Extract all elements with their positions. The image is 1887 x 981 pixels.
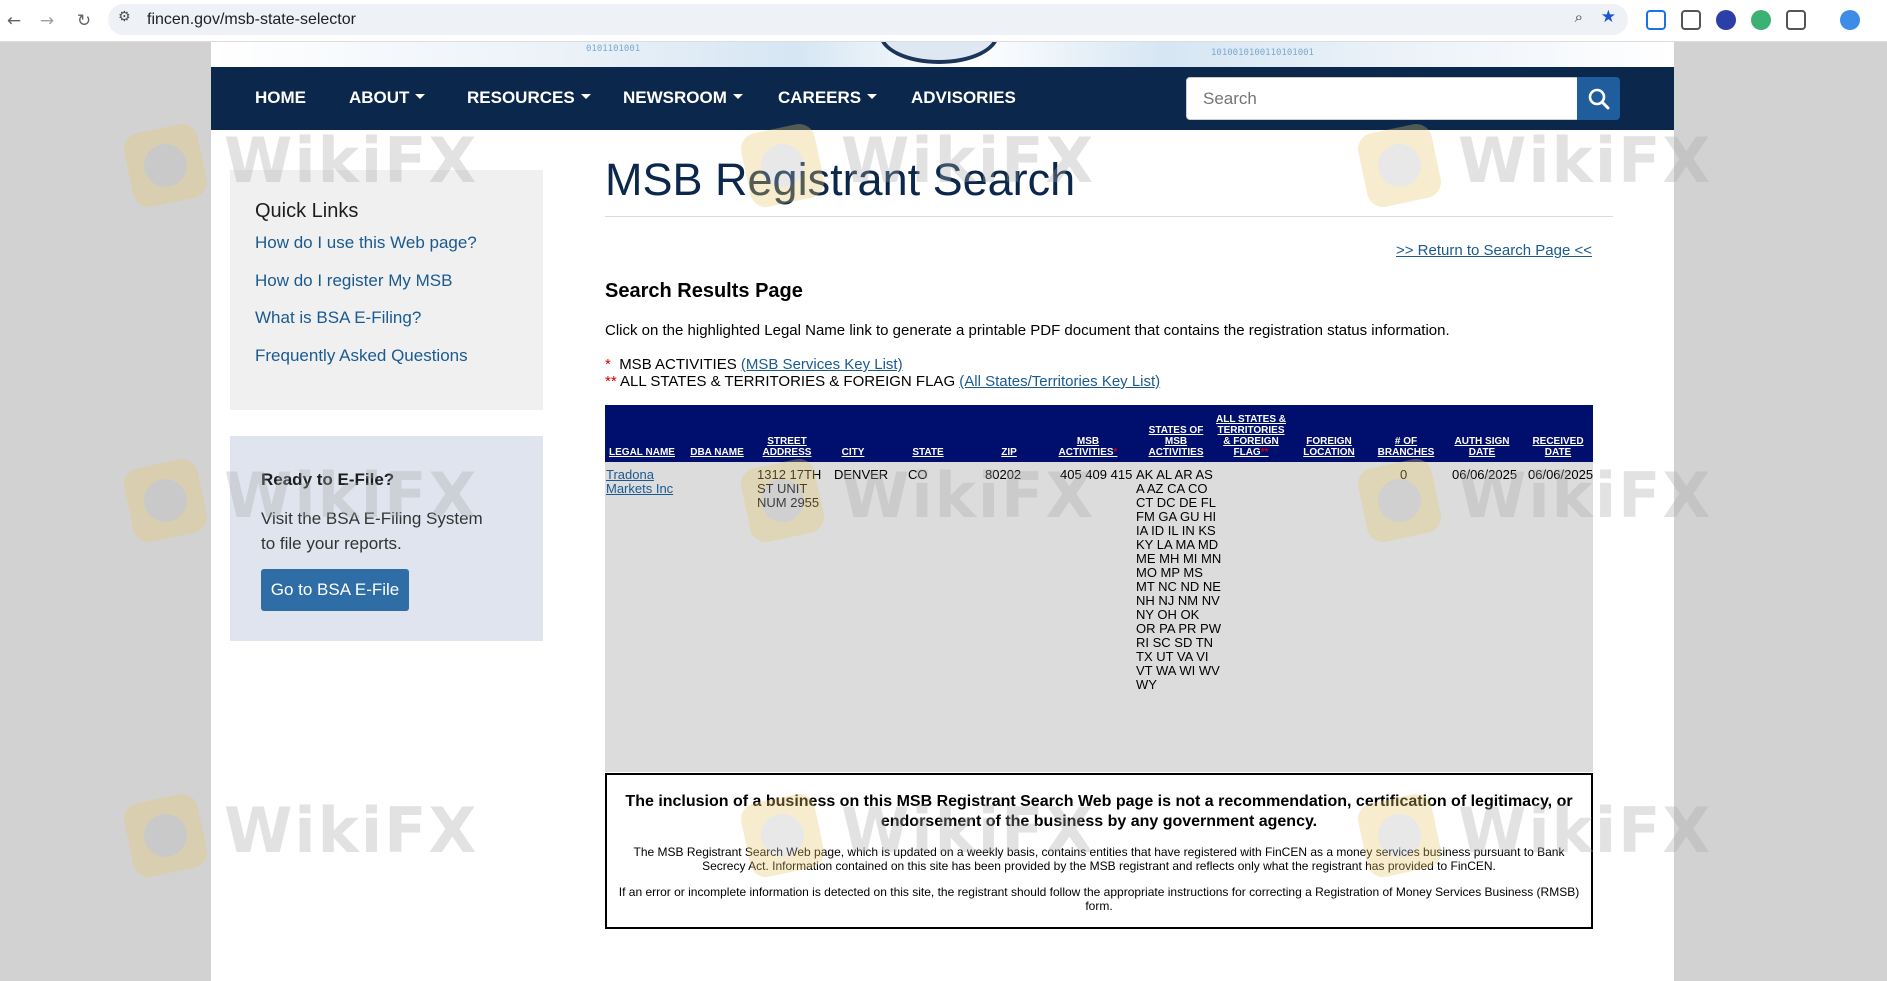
col-received-date[interactable]: RECEIVED DATE <box>1527 436 1589 458</box>
efile-panel: Ready to E-File? Visit the BSA E-Filing … <box>230 436 543 641</box>
states-territories-key-link[interactable]: (All States/Territories Key List) <box>959 373 1160 390</box>
quick-link-use-page[interactable]: How do I use this Web page? <box>255 233 477 253</box>
quick-link-register-msb[interactable]: How do I register My MSB <box>255 271 452 291</box>
zoom-icon[interactable]: ⌕ <box>1575 8 1583 26</box>
wikifx-logo-icon <box>121 791 210 880</box>
extension-globe-icon[interactable] <box>1716 10 1736 30</box>
url-text[interactable]: fincen.gov/msb-state-selector <box>147 11 356 29</box>
legal-name-link[interactable]: Tradona Markets Inc <box>606 468 674 496</box>
col-all-states-label: ALL STATES & TERRITORIES & FOREIGN FLAG <box>1216 414 1286 458</box>
reload-icon[interactable]: ↻ <box>72 9 96 33</box>
disclaimer-box: The inclusion of a business on this MSB … <box>605 773 1593 929</box>
table-header-row: LEGAL NAME DBA NAME STREET ADDRESS CITY … <box>605 405 1593 462</box>
asterisk-marker: * <box>1113 447 1118 458</box>
search-icon <box>1588 88 1610 110</box>
quick-links-panel: Quick Links How do I use this Web page? … <box>230 170 543 410</box>
efile-title: Ready to E-File? <box>261 470 395 489</box>
col-foreign-location[interactable]: FOREIGN LOCATION <box>1298 436 1360 458</box>
caret-down-icon <box>732 94 743 100</box>
nav-about-label: ABOUT <box>349 88 410 107</box>
extensions-puzzle-icon[interactable] <box>1786 10 1806 30</box>
caret-down-icon <box>415 94 426 100</box>
profile-avatar-icon[interactable] <box>1840 10 1860 30</box>
single-asterisk: * <box>605 356 611 373</box>
results-heading: Search Results Page <box>605 280 803 302</box>
forward-icon[interactable]: → <box>35 9 59 33</box>
cell-street-address: 1312 17TH ST UNIT NUM 2955 <box>757 467 822 510</box>
search-button[interactable] <box>1577 77 1620 120</box>
col-num-branches[interactable]: # OF BRANCHES <box>1375 436 1437 458</box>
col-legal-name[interactable]: LEGAL NAME <box>607 447 677 458</box>
legend-all-states: ** ALL STATES & TERRITORIES & FOREIGN FL… <box>605 373 1160 390</box>
extension-building-icon[interactable] <box>1681 10 1701 30</box>
col-msb-activities-label: MSB ACTIVITIES <box>1058 436 1114 458</box>
legend-states-label: ALL STATES & TERRITORIES & FOREIGN FLAG <box>620 373 956 390</box>
quick-link-bsa-efiling[interactable]: What is BSA E-Filing? <box>255 308 421 328</box>
cell-state: CO <box>908 467 928 482</box>
col-msb-activities[interactable]: MSB ACTIVITIES* <box>1057 436 1119 458</box>
quick-links-title: Quick Links <box>255 200 359 222</box>
col-states-of-msb-activities[interactable]: STATES OF MSB ACTIVITIES <box>1145 425 1207 458</box>
wikifx-logo-icon <box>121 121 210 210</box>
disclaimer-headline: The inclusion of a business on this MSB … <box>625 793 1573 830</box>
cell-auth-sign-date: 06/06/2025 <box>1452 467 1518 482</box>
nav-careers-label: CAREERS <box>778 88 862 107</box>
divider <box>605 216 1613 217</box>
results-table: LEGAL NAME DBA NAME STREET ADDRESS CITY … <box>605 405 1593 772</box>
nav-careers[interactable]: CAREERS <box>778 88 878 108</box>
disclaimer-paragraph-2: If an error or incomplete information is… <box>618 885 1580 913</box>
msb-services-key-link[interactable]: (MSB Services Key List) <box>741 356 903 373</box>
col-dba-name[interactable]: DBA NAME <box>689 447 745 458</box>
cell-num-branches: 0 <box>1400 467 1408 482</box>
double-asterisk: ** <box>605 373 617 390</box>
back-icon[interactable]: ← <box>2 9 26 33</box>
disclaimer-paragraph-1: The MSB Registrant Search Web page, whic… <box>633 845 1565 873</box>
instruction-text: Click on the highlighted Legal Name link… <box>605 322 1450 339</box>
cell-states-of-msb-activities: AK AL AR AS A AZ CA CO CT DC DE FL FM GA… <box>1136 467 1222 692</box>
site-search-input[interactable] <box>1186 77 1582 120</box>
binary-decoration: 0101101001 <box>586 44 641 54</box>
asterisk-marker: ** <box>1260 447 1269 458</box>
page-title: MSB Registrant Search <box>605 154 1076 205</box>
nav-advisories[interactable]: ADVISORIES <box>911 88 1016 108</box>
cell-received-date: 06/06/2025 <box>1528 467 1594 482</box>
nav-home[interactable]: HOME <box>255 88 306 108</box>
go-to-bsa-efile-button[interactable]: Go to BSA E-File <box>261 569 409 611</box>
nav-about[interactable]: ABOUT <box>349 88 426 108</box>
nav-resources[interactable]: RESOURCES <box>467 88 591 108</box>
col-city[interactable]: CITY <box>833 447 873 458</box>
legend-msb-activities: * MSB ACTIVITIES (MSB Services Key List) <box>605 356 903 373</box>
return-to-search-link[interactable]: >> Return to Search Page << <box>1396 242 1592 259</box>
cell-zip: 80202 <box>985 467 1022 482</box>
col-auth-sign-date[interactable]: AUTH SIGN DATE <box>1451 436 1513 458</box>
nav-newsroom[interactable]: NEWSROOM <box>623 88 743 108</box>
col-all-states[interactable]: ALL STATES & TERRITORIES & FOREIGN FLAG*… <box>1214 414 1288 458</box>
quick-link-faq[interactable]: Frequently Asked Questions <box>255 346 468 366</box>
nav-newsroom-label: NEWSROOM <box>623 88 727 107</box>
caret-down-icon <box>867 94 878 100</box>
wikifx-logo-icon <box>121 456 210 545</box>
treasury-seal-logo[interactable] <box>879 42 999 64</box>
legend-activities-label: MSB ACTIVITIES <box>619 356 737 373</box>
main-navigation: HOME ABOUT RESOURCES NEWSROOM CAREERS AD… <box>211 67 1674 130</box>
col-street-address[interactable]: STREET ADDRESS <box>755 436 819 458</box>
efile-text: Visit the BSA E-Filing System to file yo… <box>261 509 483 553</box>
caret-down-icon <box>580 94 591 100</box>
cell-msb-activities: 405 409 415 <box>1060 467 1133 482</box>
page-content: 0101101001 1010010100110101001 HOME ABOU… <box>211 42 1674 981</box>
cast-icon[interactable] <box>1646 10 1666 30</box>
col-state[interactable]: STATE <box>908 447 948 458</box>
address-bar[interactable]: ⚙ fincen.gov/msb-state-selector ⌕ ★ <box>108 4 1628 35</box>
bookmark-star-icon[interactable]: ★ <box>1601 7 1616 27</box>
site-info-icon[interactable]: ⚙ <box>118 9 131 25</box>
nav-resources-label: RESOURCES <box>467 88 575 107</box>
extension-color-icon[interactable] <box>1751 10 1771 30</box>
binary-decoration: 1010010100110101001 <box>1211 48 1314 58</box>
cell-city: DENVER <box>834 467 889 482</box>
browser-toolbar: ← → ↻ ⚙ fincen.gov/msb-state-selector ⌕ … <box>0 0 1887 42</box>
col-zip[interactable]: ZIP <box>994 447 1024 458</box>
header-banner: 0101101001 1010010100110101001 <box>211 42 1674 67</box>
